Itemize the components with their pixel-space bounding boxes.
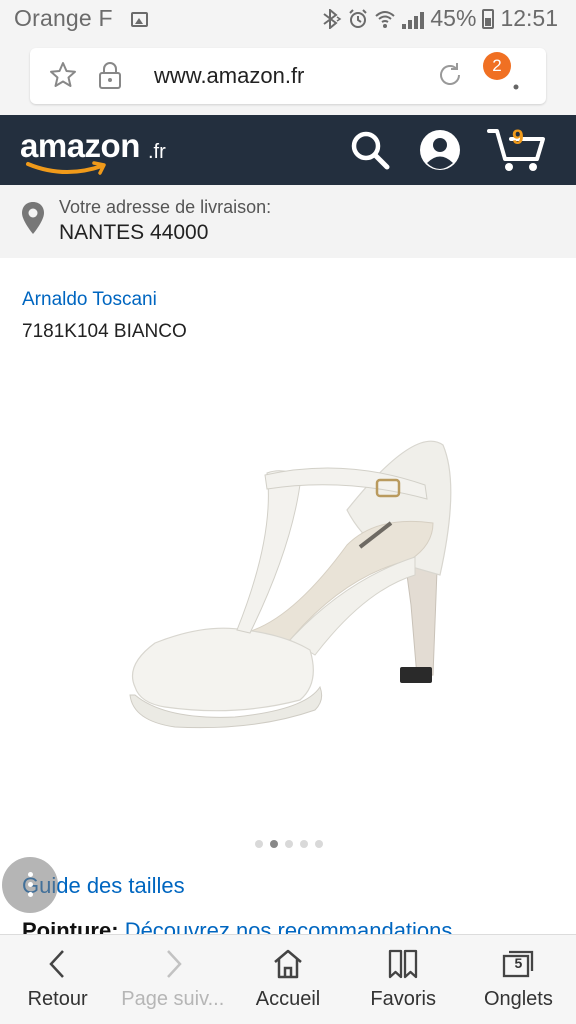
wifi-icon (375, 10, 396, 28)
nav-home-label: Accueil (255, 988, 321, 1010)
nav-home-button[interactable]: Accueil (230, 935, 345, 1024)
bookmark-star-icon[interactable] (48, 60, 78, 90)
status-bar: Orange F 45% 12:51 (0, 0, 576, 38)
carousel-dot[interactable] (255, 840, 263, 848)
reload-icon[interactable] (435, 60, 465, 90)
product-title: 7181K104 BIANCO (22, 321, 187, 342)
delivery-label: Votre adresse de livraison: (59, 197, 272, 217)
logo-tld: .fr (148, 141, 166, 163)
clock: 12:51 (500, 5, 558, 31)
cart-count-badge[interactable]: 9 (512, 126, 524, 150)
product-image[interactable] (115, 425, 475, 755)
delivery-address[interactable]: Votre adresse de livraison: NANTES 44000 (0, 185, 576, 258)
forward-icon (166, 950, 182, 978)
nav-forward-label: Page suiv... (121, 988, 225, 1010)
battery-percent: 45% (430, 5, 477, 31)
bookmark-icon (389, 949, 418, 979)
smile-icon (26, 161, 106, 175)
nav-tabs-button[interactable]: 5 Onglets (461, 935, 576, 1024)
nav-back-label: Retour (27, 988, 88, 1010)
url-text[interactable]: www.amazon.fr (154, 63, 304, 89)
nav-tabs-label: Onglets (483, 988, 553, 1010)
address-bar[interactable]: www.amazon.fr (30, 48, 546, 104)
delivery-city: NANTES 44000 (59, 221, 209, 244)
carousel-dot-active[interactable] (270, 840, 278, 848)
carousel-dot[interactable] (285, 840, 293, 848)
page: Orange F 45% 12:51 www.amazon.fr 2 amazo… (0, 0, 576, 1024)
lock-icon[interactable] (96, 60, 124, 90)
carousel-dot[interactable] (300, 840, 308, 848)
search-icon[interactable] (350, 130, 390, 170)
amazon-header: amazon .fr (0, 115, 576, 185)
browser-toolbar: www.amazon.fr 2 (0, 38, 576, 115)
gallery-notification-icon (131, 12, 148, 27)
carousel-dots[interactable] (255, 840, 323, 848)
nav-bookmarks-button[interactable]: Favoris (346, 935, 461, 1024)
home-icon (274, 949, 302, 979)
brand-link[interactable]: Arnaldo Toscani (22, 289, 157, 311)
nav-back-button[interactable]: Retour (0, 935, 115, 1024)
alarm-icon (349, 8, 368, 28)
status-icons: 45% 12:51 (320, 5, 558, 32)
logo-text: amazon (20, 127, 140, 164)
tab-count: 5 (514, 955, 523, 971)
account-icon[interactable] (418, 128, 462, 172)
bottom-navigation: Retour Page suiv... Accueil Favoris 5 On… (0, 934, 576, 1024)
notification-badge[interactable]: 2 (483, 52, 511, 80)
floating-menu-button[interactable] (2, 857, 58, 913)
back-icon (48, 950, 64, 978)
bluetooth-icon (323, 8, 342, 29)
nav-forward-button[interactable]: Page suiv... (115, 935, 230, 1024)
location-pin-icon (22, 202, 44, 234)
nav-bookmarks-label: Favoris (370, 988, 436, 1010)
carrier-name: Orange F (14, 5, 113, 31)
carousel-dot[interactable] (315, 840, 323, 848)
battery-icon (482, 8, 495, 29)
signal-icon (402, 9, 425, 29)
